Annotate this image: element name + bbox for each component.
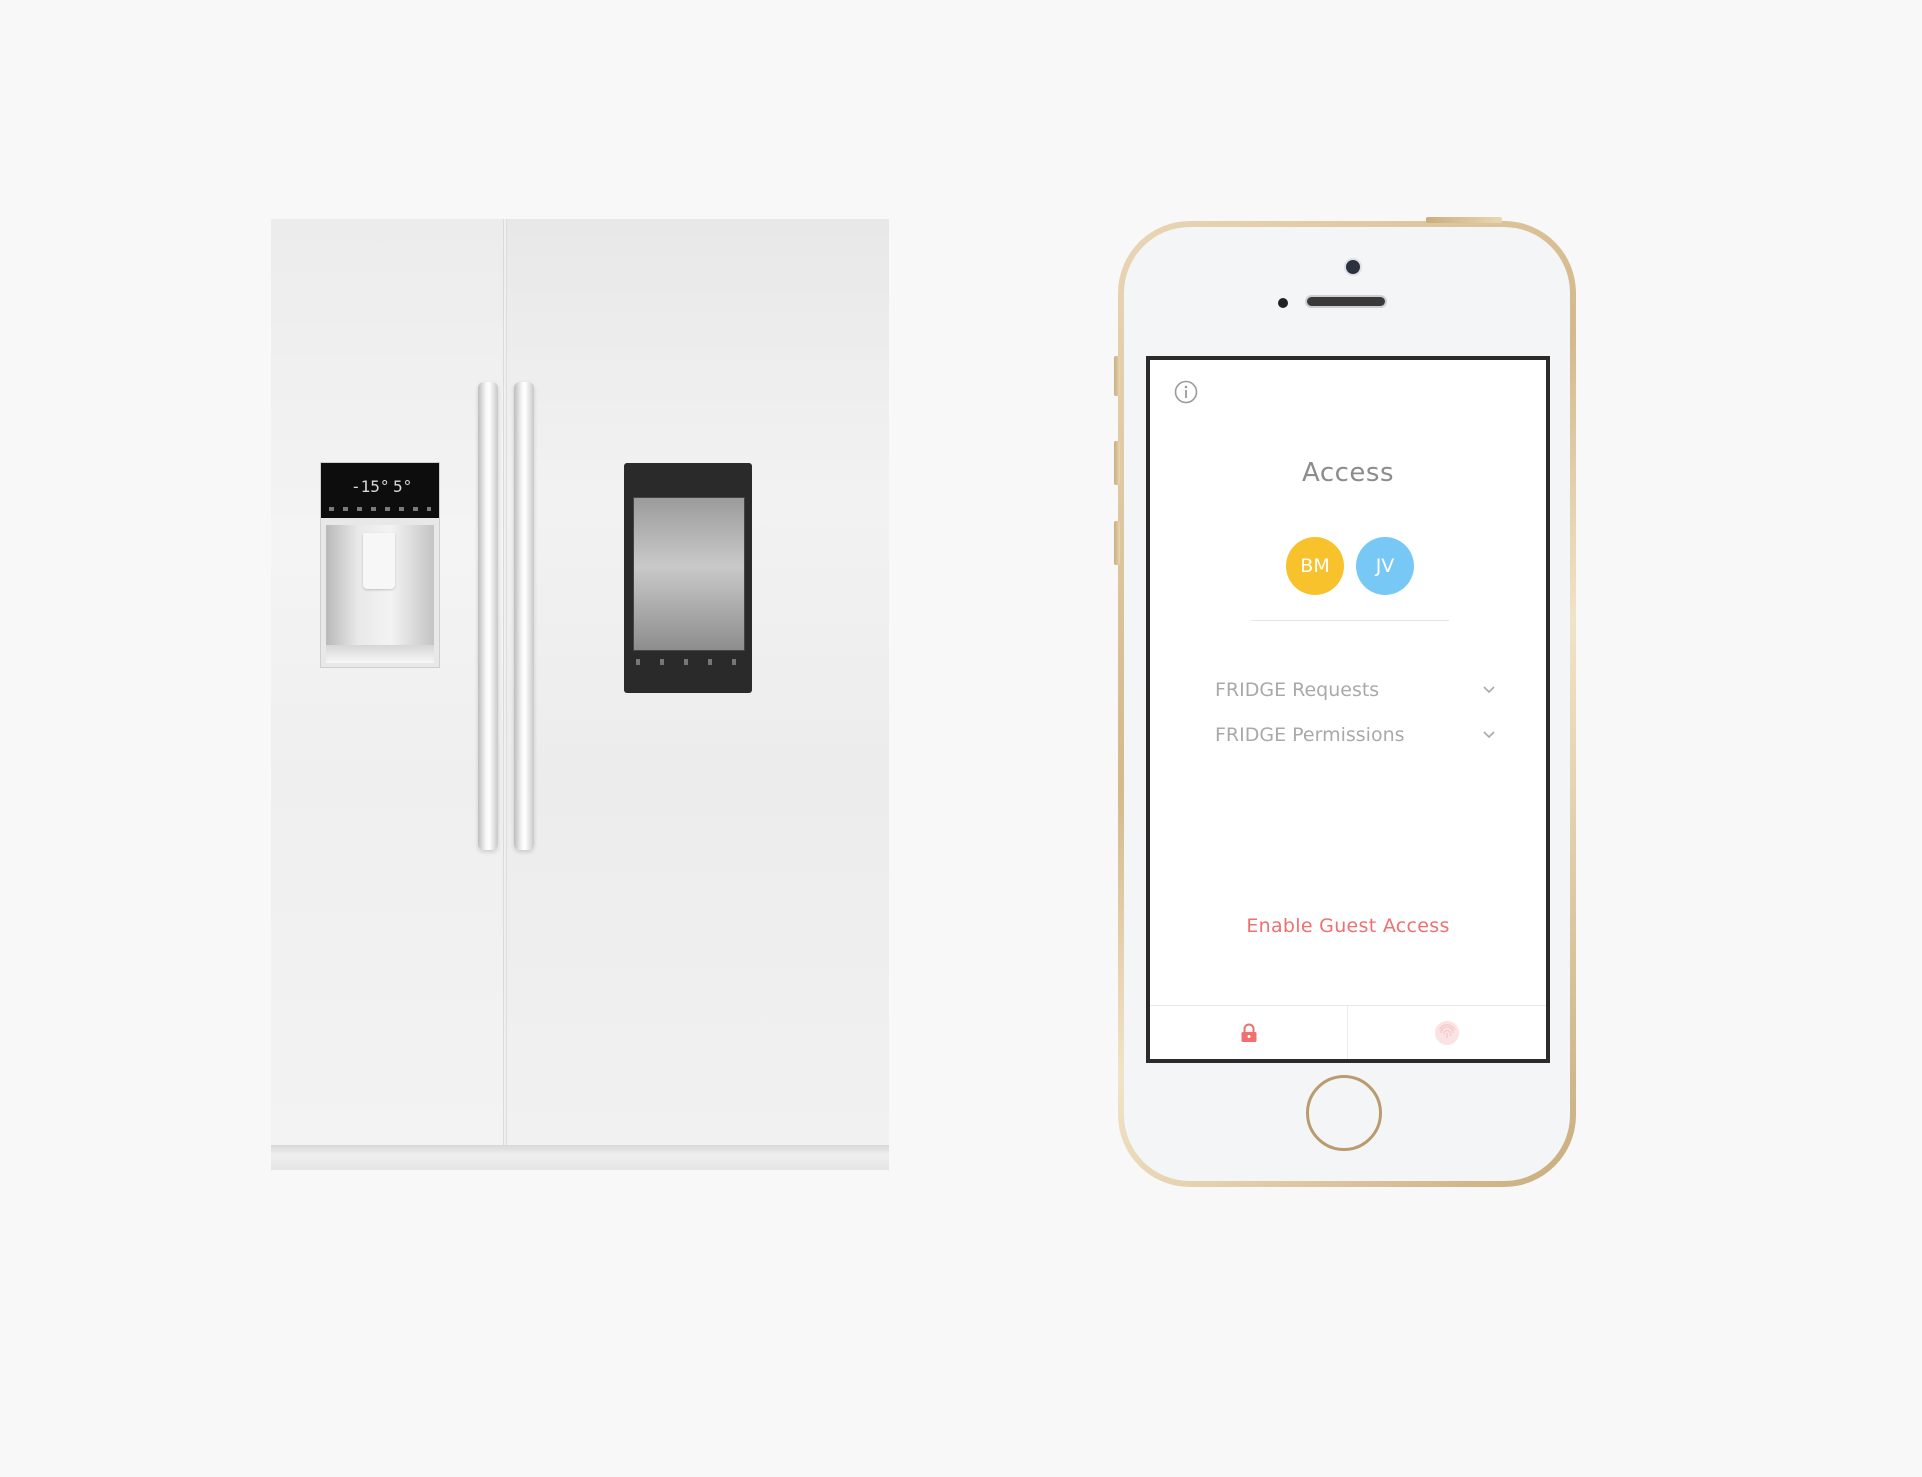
chevron-down-icon (1483, 686, 1495, 694)
dispenser-control-panel: -15° 5° (321, 463, 439, 518)
freezer-temperature: -15° (351, 477, 390, 496)
fridge-door-seam (503, 219, 507, 1145)
proximity-sensor (1278, 298, 1288, 308)
earpiece-speaker (1307, 297, 1385, 306)
dispenser-nozzle (363, 533, 395, 589)
fingerprint-icon (1434, 1020, 1459, 1045)
user-avatars: BM JV (1150, 537, 1546, 597)
power-button (1426, 217, 1502, 223)
tab-access[interactable] (1150, 1006, 1348, 1059)
avatar-jv[interactable]: JV (1356, 537, 1414, 595)
volume-down-button (1114, 521, 1120, 565)
fridge-left-handle (478, 382, 498, 850)
water-dispenser: -15° 5° (320, 462, 440, 668)
fridge-screen-buttons (636, 659, 740, 665)
fridge-permissions-item[interactable]: FRIDGE Permissions (1215, 720, 1497, 750)
fridge-requests-item[interactable]: FRIDGE Requests (1215, 675, 1497, 705)
avatar-bm[interactable]: BM (1286, 537, 1344, 595)
mute-switch (1114, 356, 1120, 396)
front-camera (1346, 260, 1360, 274)
enable-guest-access-button[interactable]: Enable Guest Access (1150, 915, 1546, 937)
chevron-down-icon (1483, 731, 1495, 739)
fridge-temperature: 5° (393, 477, 413, 496)
fridge-right-handle (514, 382, 534, 850)
info-icon[interactable] (1174, 380, 1198, 404)
page-title: Access (1301, 458, 1394, 488)
fridge-base (271, 1145, 889, 1170)
tab-bar (1150, 1005, 1546, 1059)
lock-icon (1241, 1023, 1256, 1042)
fridge-touchscreen (624, 463, 752, 693)
tab-fingerprint[interactable] (1348, 1006, 1545, 1059)
fridge-display (633, 497, 745, 651)
home-button[interactable] (1306, 1075, 1382, 1151)
drip-tray (326, 645, 434, 663)
refrigerator-image: -15° 5° (271, 219, 889, 1170)
section-divider (1251, 620, 1449, 621)
volume-up-button (1114, 441, 1120, 485)
app-screen: Access BM JV FRIDGE Requests FRIDGE Perm… (1146, 356, 1550, 1063)
iphone-frame: Access BM JV FRIDGE Requests FRIDGE Perm… (1114, 217, 1576, 1187)
fridge-permissions-label: FRIDGE Permissions (1215, 724, 1405, 746)
fridge-requests-label: FRIDGE Requests (1215, 679, 1380, 701)
fridge-left-door (271, 219, 503, 1145)
panel-buttons (329, 507, 431, 511)
